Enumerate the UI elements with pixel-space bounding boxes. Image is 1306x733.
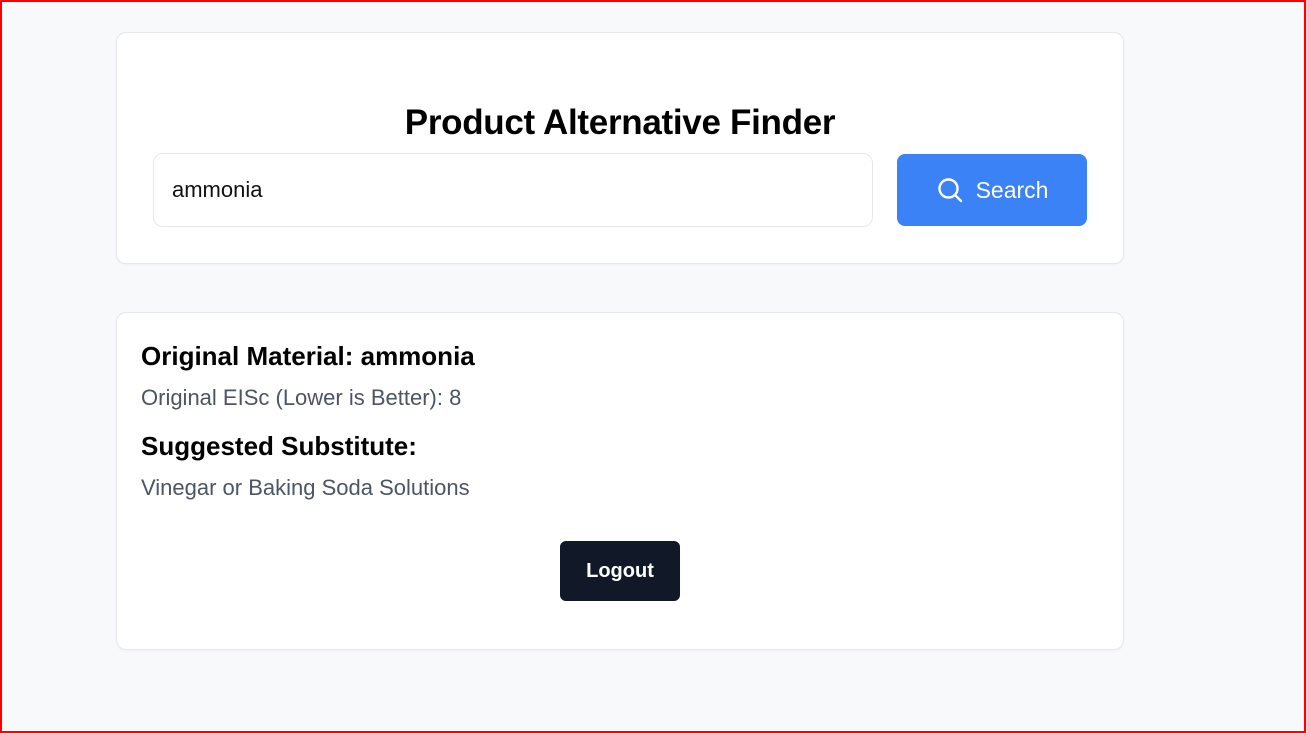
search-icon xyxy=(936,176,964,204)
search-button[interactable]: Search xyxy=(897,154,1087,226)
page-title: Product Alternative Finder xyxy=(404,103,836,142)
logout-button[interactable]: Logout xyxy=(560,541,680,601)
search-input[interactable] xyxy=(153,153,873,227)
suggested-substitute-heading: Suggested Substitute: xyxy=(141,431,417,461)
search-button-label: Search xyxy=(975,176,1049,203)
suggested-substitute-value: Vinegar or Baking Soda Solutions xyxy=(141,475,470,500)
original-material-heading: Original Material: ammonia xyxy=(141,341,475,371)
result-card: Original Material: ammonia Original EISc… xyxy=(116,312,1124,650)
search-card: Product Alternative Finder Search xyxy=(116,32,1124,264)
original-eisc-text: Original EISc (Lower is Better): 8 xyxy=(141,385,462,410)
